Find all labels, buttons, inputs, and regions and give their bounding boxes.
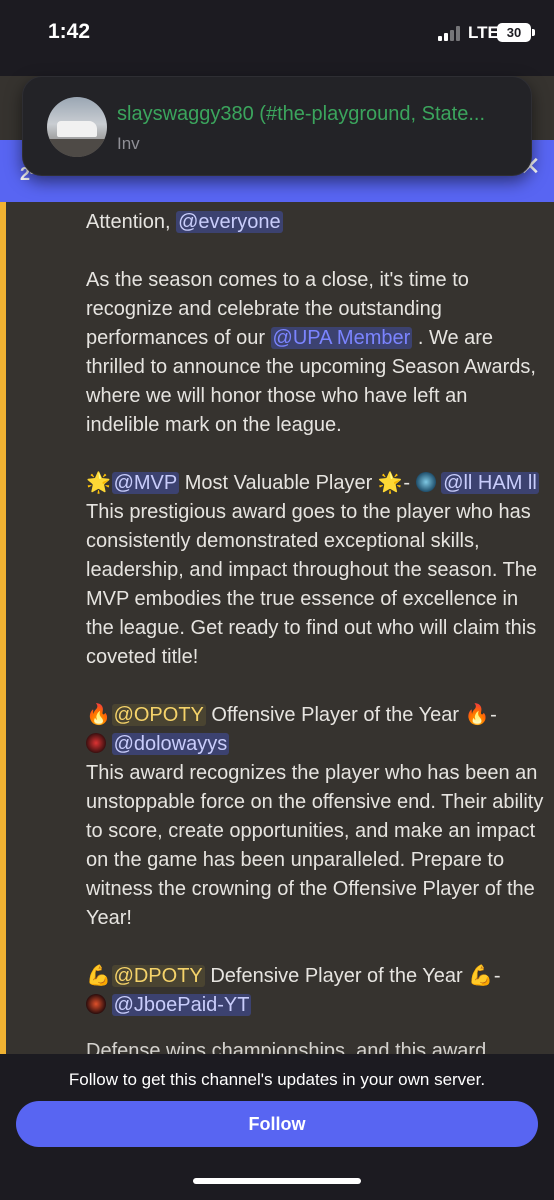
message-paragraph: As the season comes to a close, it's tim… — [86, 266, 546, 440]
user-badge-icon — [86, 733, 106, 753]
signal-icon — [438, 26, 462, 41]
announcement-message: Attention, @everyone As the season comes… — [0, 202, 554, 1054]
home-indicator — [193, 1178, 361, 1184]
mvp-section: 🌟 @MVP Most Valuable Player 🌟 - @ll HAM … — [86, 469, 546, 672]
follow-bar: Follow to get this channel's updates in … — [0, 1054, 554, 1200]
user-badge-icon — [415, 472, 436, 492]
battery-tip — [532, 29, 535, 36]
role-mention[interactable]: @UPA Member — [270, 327, 413, 349]
dash: - — [484, 704, 497, 726]
message-accent-bar — [0, 202, 6, 1054]
opoty-section: 🔥 @OPOTY Offensive Player of the Year 🔥 … — [86, 701, 546, 933]
battery-icon: 30 — [497, 23, 531, 42]
text: Attention, — [86, 211, 177, 233]
award-title: Offensive Player of the Year — [205, 704, 465, 726]
award-description: This prestigious award goes to the playe… — [86, 501, 538, 668]
fire-icon: 🔥 — [464, 704, 490, 726]
user-mention[interactable]: @JboePaid-YT — [111, 994, 252, 1016]
flexed-biceps-icon: 💪 — [468, 965, 494, 987]
everyone-mention[interactable]: @everyone — [176, 211, 283, 233]
cutoff-text: Defense wins championships, and this awa… — [86, 1040, 487, 1054]
notification-title: slayswaggy380 (#the-playground, State... — [117, 103, 485, 125]
push-notification[interactable]: slayswaggy380 (#the-playground, State...… — [22, 76, 532, 176]
user-mention[interactable]: @ll HAM ll — [441, 472, 539, 494]
fire-icon: 🔥 — [86, 704, 111, 726]
mvp-role-mention[interactable]: @MVP — [111, 472, 180, 494]
star-icon: 🌟 — [377, 472, 403, 494]
notification-subtitle: Inv — [117, 134, 140, 153]
dash: - — [488, 965, 501, 987]
dpoty-role-mention[interactable]: @DPOTY — [111, 965, 205, 987]
follow-prompt: Follow to get this channel's updates in … — [68, 1070, 486, 1089]
status-bar: 1:42 LTE 30 — [0, 0, 554, 76]
opoty-role-mention[interactable]: @OPOTY — [111, 704, 206, 726]
user-mention[interactable]: @dolowayys — [111, 733, 230, 755]
star-icon: 🌟 — [86, 472, 111, 494]
award-title: Most Valuable Player — [179, 472, 378, 494]
message-paragraph: Attention, @everyone — [86, 208, 546, 237]
dpoty-section: 💪 @DPOTY Defensive Player of the Year 💪 … — [86, 962, 546, 1020]
clock: 1:42 — [48, 20, 91, 43]
award-title: Defensive Player of the Year — [204, 965, 469, 987]
follow-button[interactable]: Follow — [16, 1101, 538, 1147]
network-label: LTE — [468, 23, 499, 42]
user-badge-icon — [86, 994, 106, 1014]
message-body: Attention, @everyone As the season comes… — [86, 208, 546, 1049]
flexed-biceps-icon: 💪 — [86, 965, 111, 987]
award-description: This award recognizes the player who has… — [86, 762, 544, 929]
notification-avatar — [47, 97, 107, 157]
dash: - — [397, 472, 416, 494]
